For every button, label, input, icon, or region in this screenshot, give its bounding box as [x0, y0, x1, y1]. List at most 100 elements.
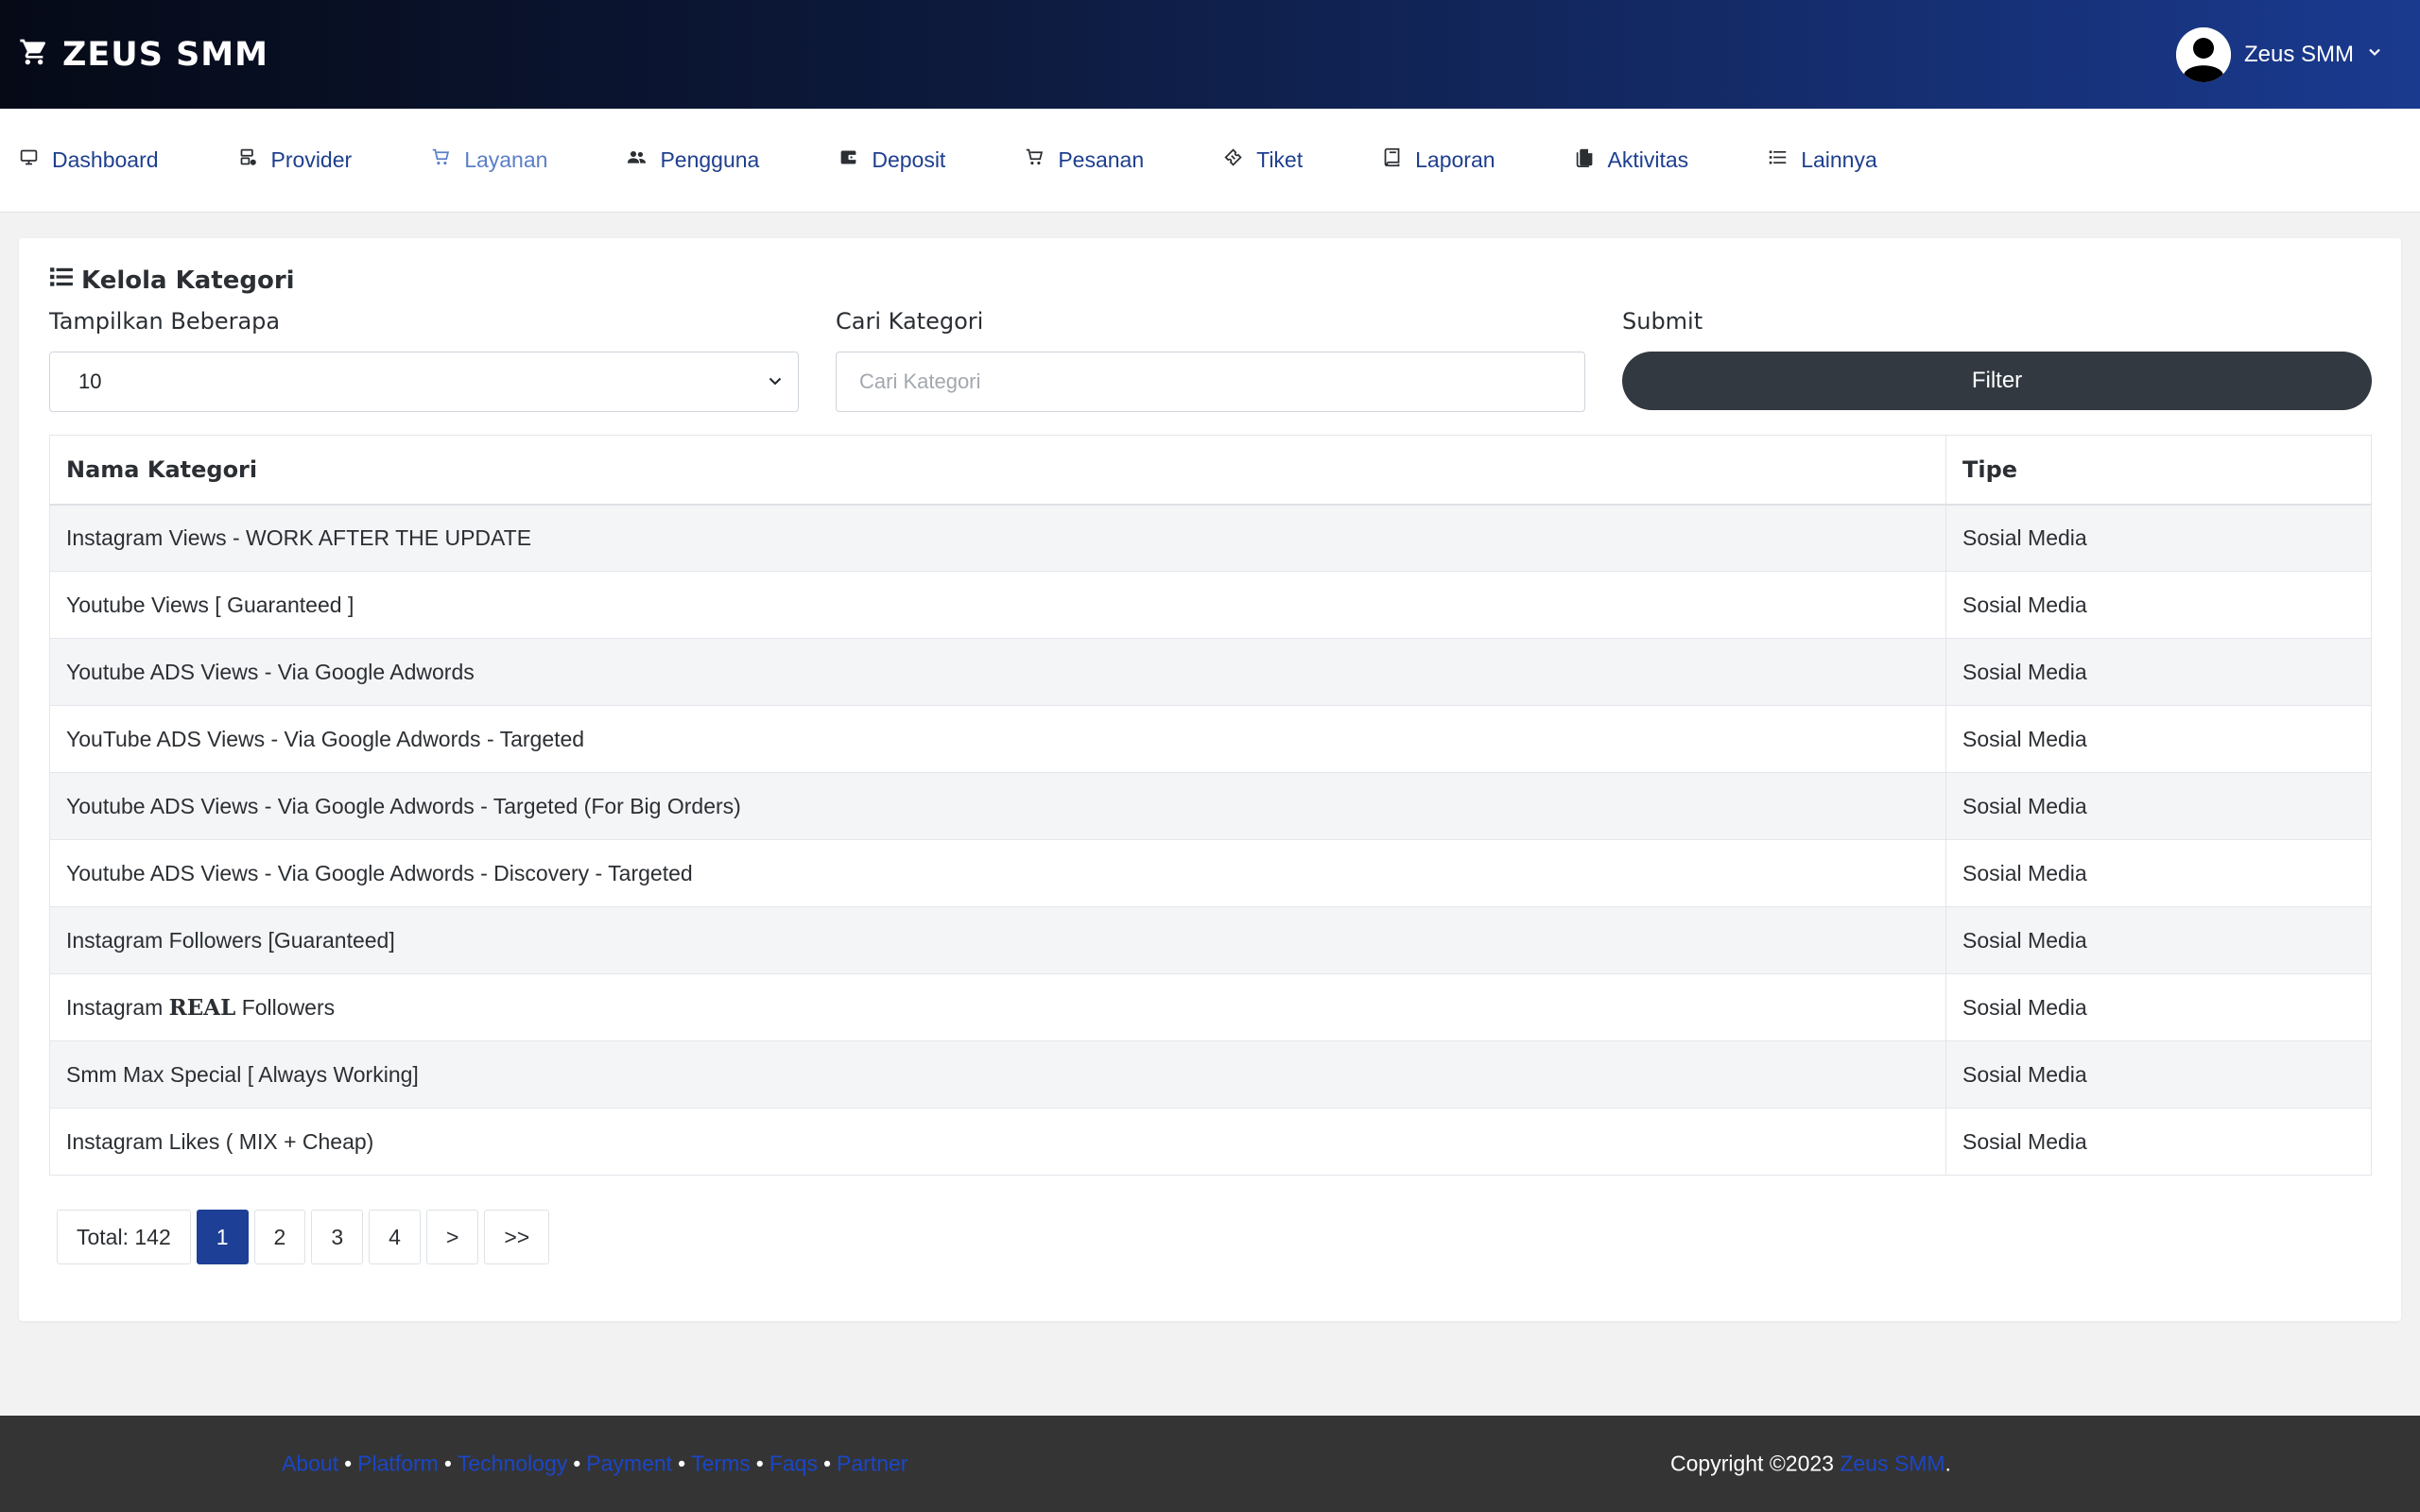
list-icon	[1768, 147, 1788, 173]
nav-item-tiket[interactable]: Tiket	[1223, 147, 1303, 173]
footer-separator: •	[573, 1451, 581, 1476]
top-bar: ZEUS SMM Zeus SMM	[0, 0, 2420, 109]
wallet-icon	[838, 147, 858, 173]
category-type-cell: Sosial Media	[1945, 571, 2372, 639]
page-button-1[interactable]: 1	[196, 1210, 249, 1264]
show-count-select[interactable]: 10	[49, 352, 799, 412]
nav-item-lainnya[interactable]: Lainnya	[1768, 147, 1877, 173]
list-icon	[49, 265, 74, 296]
category-name-cell: Youtube ADS Views - Via Google Adwords	[49, 638, 1946, 706]
footer-link-about[interactable]: About	[282, 1452, 338, 1476]
nav-item-laporan[interactable]: Laporan	[1382, 147, 1495, 173]
category-name-cell: Instagram Views - WORK AFTER THE UPDATE	[49, 504, 1946, 572]
table-row: Youtube ADS Views - Via Google Adwords -…	[49, 839, 2372, 907]
ticket-icon	[1223, 147, 1243, 173]
server-icon	[238, 147, 258, 173]
footer-link-terms[interactable]: Terms	[691, 1452, 751, 1476]
category-name-text: Instagram Likes ( MIX + Cheap)	[66, 1128, 374, 1154]
copyright: Copyright ©2023 Zeus SMM.	[1670, 1452, 1951, 1477]
category-name-emphasis: REAL	[168, 994, 236, 1021]
submit-label: Submit	[1622, 308, 1703, 335]
search-input[interactable]	[836, 352, 1585, 412]
table-row: YouTube ADS Views - Via Google Adwords -…	[49, 705, 2372, 773]
copyright-brand-link[interactable]: Zeus SMM	[1840, 1452, 1945, 1476]
nav-item-aktivitas[interactable]: Aktivitas	[1575, 147, 1689, 173]
brand[interactable]: ZEUS SMM	[19, 36, 268, 74]
user-menu[interactable]: Zeus SMM	[2175, 26, 2382, 82]
footer-link-platform[interactable]: Platform	[357, 1452, 439, 1476]
nav-item-label: Deposit	[872, 147, 946, 172]
category-card: Kelola Kategori Tampilkan Beberapa Cari …	[19, 238, 2401, 1321]
nav-item-dashboard[interactable]: Dashboard	[19, 147, 159, 173]
category-name-cell: Instagram Likes ( MIX + Cheap)	[49, 1108, 1946, 1176]
nav-item-label: Dashboard	[52, 147, 159, 172]
footer-separator: •	[443, 1451, 452, 1476]
table-row: Instagram REAL Followers Sosial Media	[49, 973, 2372, 1041]
file-icon	[1575, 147, 1595, 173]
table-row: Smm Max Special [ Always Working] Sosial …	[49, 1040, 2372, 1108]
column-header-name[interactable]: Nama Kategori	[49, 435, 1946, 506]
category-type-cell: Sosial Media	[1945, 772, 2372, 840]
copyright-prefix: Copyright ©2023	[1670, 1451, 1841, 1476]
footer-link-faqs[interactable]: Faqs	[769, 1452, 818, 1476]
category-name-text: Instagram Views - WORK AFTER THE UPDATE	[66, 524, 532, 550]
nav-item-deposit[interactable]: Deposit	[838, 147, 945, 173]
category-name-cell: Instagram REAL Followers	[49, 973, 1946, 1041]
page-button-4[interactable]: 4	[369, 1210, 421, 1264]
show-count-label: Tampilkan Beberapa	[49, 308, 281, 335]
pagination: Total: 142 1 2 3 4 > >>	[57, 1210, 550, 1264]
nav-item-label: Lainnya	[1801, 147, 1877, 172]
chevron-down-icon	[768, 369, 783, 394]
category-name-cell: Youtube Views [ Guaranteed ]	[49, 571, 1946, 639]
filter-button[interactable]: Filter	[1622, 352, 2372, 410]
category-name-text: Instagram	[66, 994, 169, 1020]
category-name-cell: Smm Max Special [ Always Working]	[49, 1040, 1946, 1108]
cart-icon	[19, 37, 49, 72]
nav-item-label: Provider	[270, 147, 353, 172]
book-icon	[1382, 147, 1402, 173]
main-nav: Dashboard Provider Layanan Pengguna Depo…	[0, 109, 2420, 213]
monitor-icon	[19, 147, 39, 173]
user-name: Zeus SMM	[2243, 41, 2354, 67]
nav-item-layanan[interactable]: Layanan	[431, 147, 547, 173]
footer-link-technology[interactable]: Technology	[458, 1452, 567, 1476]
category-type-cell: Sosial Media	[1945, 705, 2372, 773]
table-row: Youtube Views [ Guaranteed ] Sosial Media	[49, 571, 2372, 639]
category-name-cell: Youtube ADS Views - Via Google Adwords -…	[49, 839, 1946, 907]
brand-name: ZEUS SMM	[62, 35, 268, 74]
nav-item-label: Pesanan	[1058, 147, 1145, 172]
nav-item-provider[interactable]: Provider	[238, 147, 353, 173]
nav-item-label: Aktivitas	[1607, 147, 1689, 172]
category-type-cell: Sosial Media	[1945, 504, 2372, 572]
nav-item-label: Laporan	[1415, 147, 1495, 172]
category-name-text: Youtube Views [ Guaranteed ]	[66, 592, 354, 617]
category-type-cell: Sosial Media	[1945, 906, 2372, 974]
footer-link-payment[interactable]: Payment	[586, 1452, 672, 1476]
table-row: Instagram Followers [Guaranteed] Sosial M…	[49, 906, 2372, 974]
page-button-2[interactable]: 2	[253, 1210, 306, 1264]
nav-item-pengguna[interactable]: Pengguna	[627, 147, 759, 173]
footer-links: About • Platform • Technology • Payment • Terms •…	[282, 1452, 908, 1477]
footer-separator: •	[678, 1451, 686, 1476]
show-count-value: 10	[78, 369, 102, 393]
footer-link-partner[interactable]: Partner	[837, 1452, 908, 1476]
last-page-button[interactable]: >>	[484, 1210, 550, 1264]
category-type-cell: Sosial Media	[1945, 638, 2372, 706]
cart-icon	[1025, 147, 1045, 173]
table-row: Youtube ADS Views - Via Google Adwords -…	[49, 772, 2372, 840]
page-button-3[interactable]: 3	[311, 1210, 364, 1264]
user-avatar-icon	[2175, 26, 2231, 82]
avatar	[2175, 26, 2231, 82]
footer-separator: •	[344, 1451, 353, 1476]
category-name-text: Instagram Followers [Guaranteed]	[66, 927, 395, 953]
column-header-type[interactable]: Tipe	[1945, 435, 2372, 506]
category-name-cell: Instagram Followers [Guaranteed]	[49, 906, 1946, 974]
footer-separator: •	[755, 1451, 764, 1476]
cart-icon	[431, 147, 451, 173]
category-name-cell: YouTube ADS Views - Via Google Adwords -…	[49, 705, 1946, 773]
category-name-cell: Youtube ADS Views - Via Google Adwords -…	[49, 772, 1946, 840]
search-label: Cari Kategori	[836, 308, 984, 335]
nav-item-pesanan[interactable]: Pesanan	[1025, 147, 1144, 173]
chevron-down-icon	[2367, 44, 2382, 64]
next-page-button[interactable]: >	[425, 1210, 479, 1264]
